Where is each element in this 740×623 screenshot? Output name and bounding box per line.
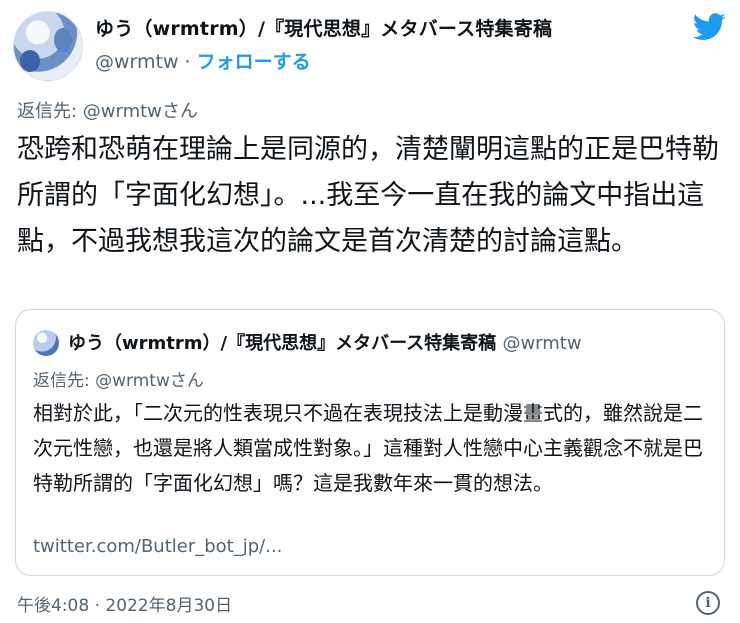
- quoted-tweet-link[interactable]: twitter.com/Butler_bot_jp/...: [33, 536, 282, 557]
- quoted-author-avatar[interactable]: [33, 330, 59, 356]
- tweet-timestamp[interactable]: 午後4:08 · 2022年8月30日: [17, 591, 232, 616]
- avatar-figure-shape: [20, 50, 40, 72]
- author-handle-row: @wrmtw · フォローする: [95, 47, 311, 74]
- author-handle[interactable]: @wrmtw: [95, 51, 179, 73]
- quoted-replying-to[interactable]: 返信先: @wrmtwさん: [33, 366, 204, 391]
- replying-to[interactable]: 返信先: @wrmtwさん: [17, 97, 198, 123]
- tweet-text: 恐跨和恐萌在理論上是同源的，清楚闡明這點的正是巴特勒所謂的「字面化幻想」。...…: [17, 134, 719, 257]
- quoted-author-name[interactable]: ゆう（wrmtrm）/『現代思想』メタバース特集寄稿: [68, 333, 496, 354]
- quoted-author-row: ゆう（wrmtrm）/『現代思想』メタバース特集寄稿 @wrmtw: [68, 329, 582, 355]
- follow-button[interactable]: フォローする: [197, 51, 311, 73]
- quoted-tweet[interactable]: ゆう（wrmtrm）/『現代思想』メタバース特集寄稿 @wrmtw 返信先: @…: [15, 309, 725, 576]
- quoted-tweet-text: 相對於此，「二次元的性表現只不過在表現技法上是動漫畫式的，雖然說是二次元性戀，也…: [33, 401, 703, 495]
- avatar-figure-shape: [54, 28, 72, 52]
- handle-separator: ·: [178, 51, 197, 73]
- twitter-bird-icon[interactable]: [693, 13, 726, 41]
- author-display-name[interactable]: ゆう（wrmtrm）/『現代思想』メタバース特集寄稿: [95, 14, 552, 41]
- info-icon[interactable]: i: [696, 591, 720, 615]
- quoted-author-handle[interactable]: @wrmtw: [502, 333, 581, 354]
- author-avatar[interactable]: [13, 11, 83, 81]
